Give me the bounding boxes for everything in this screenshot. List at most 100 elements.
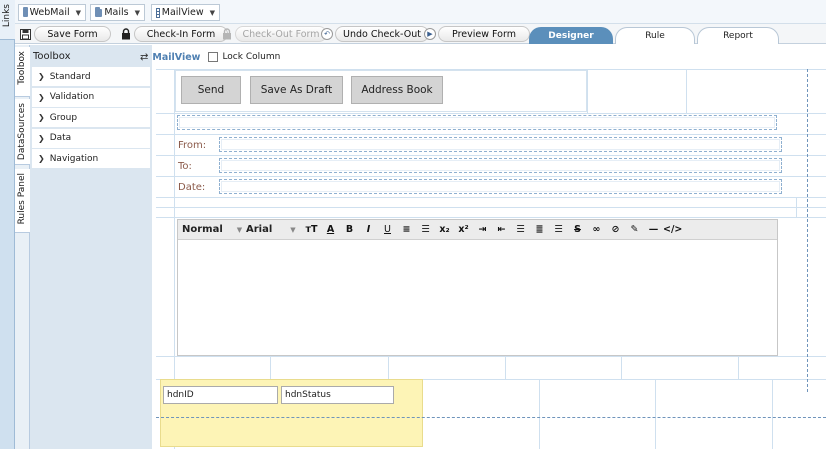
- grid-line: [156, 176, 826, 177]
- subscript-icon[interactable]: x₂: [435, 224, 454, 235]
- grid-line: [156, 217, 826, 218]
- toolbox-item-group[interactable]: ❯ Group: [32, 108, 150, 128]
- grid-line: [270, 356, 271, 379]
- chevron-down-icon: ▼: [75, 8, 81, 17]
- grid-line: [156, 197, 826, 198]
- chevron-right-icon: ❯: [38, 113, 45, 122]
- align-left-icon[interactable]: ☰: [511, 224, 530, 235]
- chevron-down-icon: ▼: [209, 8, 215, 17]
- hidden-field-status[interactable]: hdnStatus: [281, 386, 394, 404]
- strikethrough-icon[interactable]: S: [568, 224, 587, 235]
- horizontal-rule-icon[interactable]: —: [644, 224, 663, 235]
- grid-line: [388, 356, 389, 379]
- side-tab-label: DataSources: [17, 103, 27, 161]
- align-center-icon[interactable]: ≣: [530, 224, 549, 235]
- form-view-icon: [156, 7, 160, 18]
- designer-area: ⇄ MailView Lock Column Send Save As Draf…: [140, 45, 826, 449]
- ordered-list-icon[interactable]: ≡: [397, 224, 416, 235]
- swap-arrows-icon[interactable]: ⇄: [140, 52, 148, 63]
- breadcrumb-bar: WebMail ▼ Mails ▼ MailView ▼: [15, 0, 826, 24]
- form-field-empty[interactable]: [177, 115, 777, 130]
- hidden-fields-panel: hdnID hdnStatus: [160, 379, 423, 447]
- toolbox-item-standard[interactable]: ❯ Standard: [32, 67, 150, 87]
- side-tab-rules-panel[interactable]: Rules Panel: [15, 169, 30, 233]
- side-tab-label: Rules Panel: [17, 173, 27, 225]
- links-label: Links: [2, 4, 12, 28]
- toolbox-item-label: Group: [49, 112, 78, 123]
- side-tab-label: Toolbox: [17, 51, 27, 85]
- italic-icon[interactable]: I: [359, 224, 378, 235]
- toolbox-item-validation[interactable]: ❯ Validation: [32, 87, 150, 108]
- hidden-field-id[interactable]: hdnID: [163, 386, 278, 404]
- play-icon: ▶: [423, 27, 437, 41]
- unordered-list-icon[interactable]: ☰: [416, 224, 435, 235]
- grid-line: [796, 197, 797, 217]
- breadcrumb-mails[interactable]: Mails ▼: [90, 4, 145, 21]
- source-code-icon[interactable]: </>: [663, 224, 682, 235]
- tab-rule[interactable]: Rule: [615, 27, 695, 44]
- to-field[interactable]: [219, 158, 782, 173]
- format-select[interactable]: Normal ▼: [182, 224, 242, 235]
- chevron-right-icon: ❯: [38, 92, 45, 102]
- save-icon[interactable]: [18, 27, 32, 41]
- links-tab[interactable]: Links: [0, 0, 15, 40]
- tab-designer[interactable]: Designer: [529, 27, 613, 44]
- grid-line: [772, 379, 773, 449]
- lock-icon: [119, 27, 133, 41]
- unlink-icon[interactable]: ⊘: [606, 224, 625, 235]
- link-icon[interactable]: ∞: [587, 224, 606, 235]
- send-button[interactable]: Send: [181, 76, 241, 104]
- chevron-right-icon: ❯: [38, 154, 45, 163]
- align-right-icon[interactable]: ☰: [549, 224, 568, 235]
- undo-check-out-button[interactable]: Undo Check-Out: [335, 26, 429, 42]
- check-in-form-button[interactable]: Check-In Form: [134, 26, 228, 42]
- preview-form-button[interactable]: Preview Form: [438, 26, 530, 42]
- outdent-icon[interactable]: ⇤: [492, 224, 511, 235]
- font-size-icon[interactable]: тT: [302, 224, 321, 235]
- indent-icon[interactable]: ⇥: [473, 224, 492, 235]
- address-book-button[interactable]: Address Book: [351, 76, 443, 104]
- underline-icon[interactable]: U: [378, 224, 397, 235]
- grid-line: [539, 379, 540, 449]
- rte-toolbar: Normal ▼ Arial ▼ тT A B I U ≡ ☰ x₂ x² ⇥ …: [178, 220, 777, 240]
- toolbox-item-navigation[interactable]: ❯ Navigation: [32, 149, 150, 169]
- save-as-draft-button[interactable]: Save As Draft: [250, 76, 343, 104]
- breadcrumb-webmail[interactable]: WebMail ▼: [18, 4, 86, 21]
- tab-report[interactable]: Report: [697, 27, 779, 44]
- grid-line: [587, 69, 588, 113]
- side-panel-tabs: Toolbox DataSources Rules Panel: [15, 45, 30, 449]
- chevron-right-icon: ❯: [38, 72, 45, 81]
- font-color-icon[interactable]: A: [321, 224, 340, 235]
- highlight-icon[interactable]: ✎: [625, 224, 644, 235]
- side-tab-datasources[interactable]: DataSources: [15, 99, 30, 165]
- grid-line: [156, 155, 826, 156]
- font-select[interactable]: Arial ▼: [246, 224, 302, 235]
- field-label-date: Date:: [178, 182, 206, 193]
- lock-disabled-icon: [220, 27, 234, 41]
- date-field[interactable]: [219, 179, 782, 194]
- breadcrumb-label: WebMail: [29, 7, 70, 18]
- view-name: MailView: [152, 51, 201, 63]
- toolbox-item-data[interactable]: ❯ Data: [32, 128, 150, 149]
- folder-icon: [95, 6, 103, 17]
- format-value: Normal: [182, 224, 223, 235]
- grid-line: [156, 207, 826, 208]
- from-field[interactable]: [219, 137, 782, 152]
- toolbox-item-label: Standard: [49, 71, 91, 82]
- rich-text-editor[interactable]: Normal ▼ Arial ▼ тT A B I U ≡ ☰ x₂ x² ⇥ …: [177, 219, 778, 356]
- grid-line: [621, 356, 622, 379]
- page-height-guide: [156, 417, 826, 418]
- toolbox-panel: Toolbox ❯ Standard ❯ Validation ❯ Group …: [30, 45, 152, 449]
- bold-icon[interactable]: B: [340, 224, 359, 235]
- superscript-icon[interactable]: x²: [454, 224, 473, 235]
- dropdown-arrow-icon: ▼: [236, 225, 243, 234]
- grid-line: [505, 356, 506, 379]
- breadcrumb-mailview[interactable]: MailView ▼: [151, 4, 220, 21]
- save-form-button[interactable]: Save Form: [34, 26, 111, 42]
- folder-icon: [23, 6, 28, 17]
- grid-line: [156, 113, 826, 114]
- check-out-form-button[interactable]: Check-Out Form: [235, 26, 327, 42]
- side-tab-toolbox[interactable]: Toolbox: [15, 47, 30, 97]
- lock-column-checkbox[interactable]: [208, 52, 219, 62]
- left-strip: Links: [0, 0, 15, 449]
